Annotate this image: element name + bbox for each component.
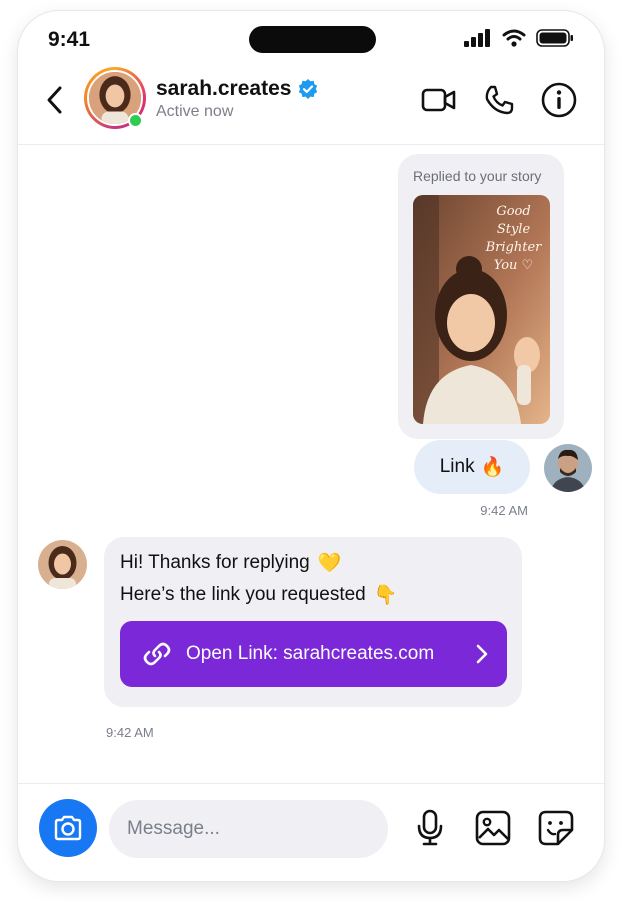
composer-actions — [411, 808, 575, 848]
gallery-button[interactable] — [474, 808, 512, 848]
contact-status: Active now — [156, 103, 234, 120]
contact-message-photo — [38, 540, 87, 589]
signal-icon — [464, 29, 490, 47]
open-link-button[interactable]: Open Link: sarahcreates.com — [120, 621, 507, 687]
dynamic-island — [249, 26, 376, 53]
story-caption: Good Style Brighter You ♡ — [413, 203, 550, 275]
verified-badge-icon — [299, 79, 318, 99]
video-call-icon — [421, 88, 456, 112]
incoming-message-line: Here’s the link you requested 👇 — [120, 583, 397, 607]
outgoing-message-bubble[interactable]: Link 🔥 — [414, 440, 530, 494]
info-button[interactable] — [540, 81, 578, 119]
chevron-right-icon — [476, 644, 488, 664]
online-indicator — [128, 113, 143, 128]
camera-button[interactable] — [39, 799, 97, 857]
back-chevron-icon[interactable] — [42, 83, 68, 117]
incoming-message-line: Hi! Thanks for replying 💛 — [120, 551, 341, 575]
message-input[interactable] — [109, 800, 388, 858]
wifi-icon — [502, 29, 526, 47]
camera-icon — [54, 815, 82, 841]
voice-message-button[interactable] — [411, 808, 449, 848]
header-actions — [420, 81, 578, 119]
phone-call-icon — [485, 85, 514, 115]
story-reply-label: Replied to your story — [413, 168, 542, 184]
fire-emoji: 🔥 — [480, 457, 505, 478]
outgoing-message-text: Link — [439, 456, 475, 477]
story-caption-line: You ♡ — [493, 258, 534, 273]
gallery-icon — [475, 810, 511, 846]
message-thread: Replied to your story Good Style Brighte… — [18, 146, 604, 782]
status-time: 9:41 — [48, 28, 91, 51]
open-link-label: Open Link: sarahcreates.com — [186, 643, 435, 664]
video-call-button[interactable] — [420, 81, 458, 119]
pointing-down-emoji: 👇 — [373, 585, 398, 606]
story-caption-line: Style — [496, 222, 531, 237]
outgoing-timestamp: 9:42 AM — [480, 503, 528, 518]
contact-name[interactable]: sarah.creates — [156, 77, 319, 101]
story-caption-line: Good — [496, 204, 531, 219]
incoming-timestamp: 9:42 AM — [106, 725, 154, 740]
heart-emoji: 💛 — [317, 553, 342, 574]
status-bar: 9:41 — [18, 11, 604, 69]
microphone-icon — [417, 809, 443, 846]
sticker-icon — [538, 810, 574, 846]
incoming-message-text: Hi! Thanks for replying — [120, 552, 310, 573]
battery-icon — [536, 29, 573, 47]
incoming-message-bubble[interactable]: Hi! Thanks for replying 💛 Here’s the lin… — [104, 537, 522, 707]
story-thumbnail[interactable]: Good Style Brighter You ♡ — [413, 195, 550, 424]
chat-header: sarah.creates Active now — [18, 67, 604, 145]
status-icons — [464, 29, 574, 47]
my-photo — [544, 444, 592, 492]
sticker-button[interactable] — [537, 808, 575, 848]
phone-frame: 9:41 sarah.creates Active now Replied to… — [17, 10, 605, 882]
my-avatar[interactable] — [544, 444, 592, 492]
link-icon — [143, 642, 171, 666]
contact-username: sarah.creates — [156, 77, 292, 100]
incoming-message-text: Here’s the link you requested — [120, 584, 366, 605]
story-caption-line: Brighter — [485, 240, 542, 255]
contact-message-avatar[interactable] — [38, 540, 87, 589]
info-icon — [541, 82, 577, 118]
story-reply-card[interactable]: Replied to your story Good Style Brighte… — [398, 154, 564, 439]
phone-call-button[interactable] — [480, 81, 518, 119]
message-composer — [18, 783, 604, 881]
